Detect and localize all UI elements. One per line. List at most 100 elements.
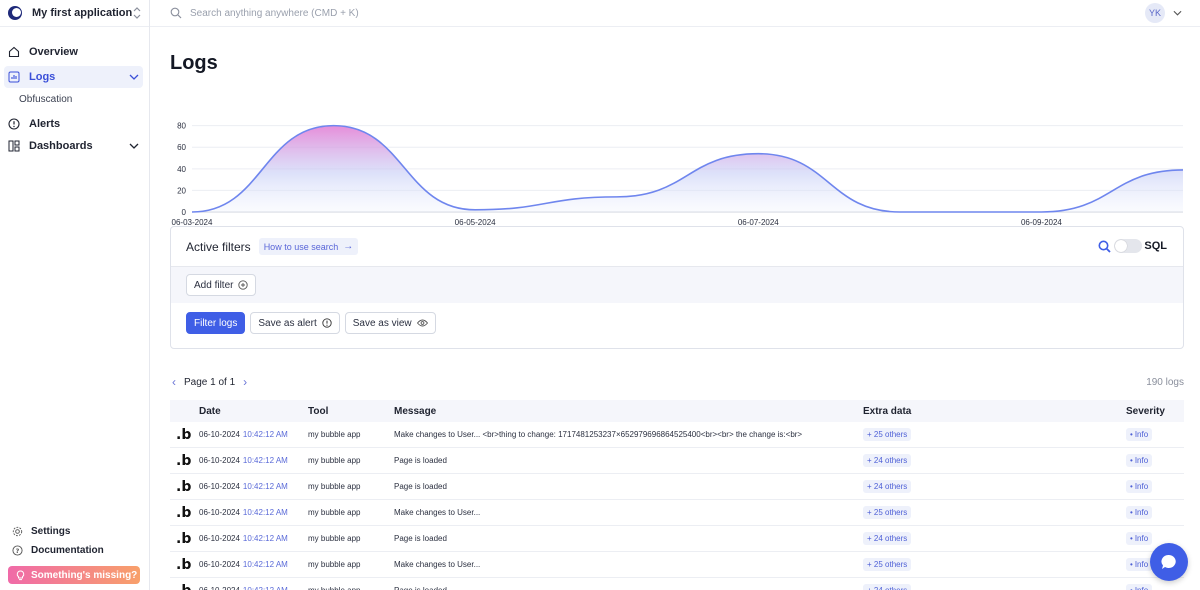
sql-label: SQL <box>1144 240 1167 252</box>
avatar: YK <box>1145 3 1165 23</box>
table-row[interactable]: .b 06-10-2024 10:42:12 AM my bubble app Make… <box>170 422 1184 448</box>
sidebar-nav: Overview Logs Obfuscation Alerts Dashboa… <box>0 27 149 157</box>
extra-data-badge[interactable]: + 25 others <box>863 558 912 571</box>
cell-extra-data: + 25 others <box>863 506 1126 519</box>
cell-message: Make changes to User... <box>394 560 481 569</box>
lightbulb-icon <box>16 569 25 581</box>
sidebar-item-obfuscation[interactable]: Obfuscation <box>0 88 149 110</box>
cell-extra-data: + 24 others <box>863 532 1126 545</box>
cell-message: Page is loaded <box>394 482 447 491</box>
extra-data-badge[interactable]: + 25 others <box>863 506 912 519</box>
filter-logs-button[interactable]: Filter logs <box>186 312 246 334</box>
cell-tool: my bubble app <box>308 430 361 439</box>
cell-date: 06-10-202410:42:12 AM <box>199 508 288 517</box>
settings-label: Settings <box>31 526 71 537</box>
filters-title: Active filters <box>186 239 251 254</box>
chevron-down-icon <box>1173 10 1182 16</box>
cell-tool: my bubble app <box>308 482 361 491</box>
cell-date: 06-10-202410:42:12 AM <box>199 560 288 569</box>
svg-text:?: ? <box>16 547 20 555</box>
app-switcher[interactable]: My first application <box>0 0 149 27</box>
cell-extra-data: + 24 others <box>863 584 1126 590</box>
table-row[interactable]: .b06-10-202410:42:12 AMmy bubble appPage… <box>170 448 1184 474</box>
sidebar-bottom: Settings ? Documentation Something's mis… <box>0 522 150 590</box>
y-tick-label: 40 <box>177 165 186 174</box>
table-row[interactable]: .b06-10-202410:42:12 AMmy bubble appPage… <box>170 526 1184 552</box>
table-row[interactable]: .b 06-10-2024 10:42:12 AM my bubble app Make… <box>170 552 1184 578</box>
settings-link[interactable]: Settings <box>0 522 150 541</box>
filters-header: Active filters How to use search → SQL <box>171 227 1183 267</box>
column-message[interactable]: Message <box>394 406 863 417</box>
save-as-view-button[interactable]: Save as view <box>344 312 436 334</box>
cell-severity: Info <box>1126 480 1184 493</box>
global-search-input[interactable] <box>190 7 590 19</box>
app-logo-icon <box>8 6 22 20</box>
bubble-logo-icon: .b <box>176 426 192 443</box>
extra-data-badge[interactable]: + 25 others <box>863 428 912 441</box>
arrow-right-icon: → <box>343 241 354 252</box>
column-date[interactable]: Date <box>199 406 308 417</box>
cell-severity: Info <box>1126 454 1184 467</box>
sql-toggle[interactable] <box>1114 239 1143 253</box>
filters-actions: Filter logs Save as alert Save as view <box>171 303 1183 334</box>
extra-data-badge[interactable]: + 24 others <box>863 480 912 493</box>
eye-icon <box>416 319 428 327</box>
plus-circle-icon <box>238 280 249 290</box>
previous-page-icon[interactable]: ‹ <box>172 375 176 389</box>
y-tick-label: 80 <box>177 122 186 131</box>
save-as-alert-button[interactable]: Save as alert <box>250 312 340 334</box>
cell-message: Page is loaded <box>394 586 863 590</box>
page-title: Logs <box>170 52 218 74</box>
pagination: ‹ Page 1 of 1 › <box>172 375 255 389</box>
cell-severity: Info <box>1126 506 1184 519</box>
bubble-logo-icon: .b <box>176 530 192 547</box>
severity-badge: Info <box>1126 454 1153 467</box>
table-row[interactable]: .b 06-10-2024 10:42:12 AM my bubble app Make… <box>170 500 1184 526</box>
cell-extra-data: + 25 others <box>863 428 1126 441</box>
table-row[interactable]: .b06-10-202410:42:12 AMmy bubble appPage… <box>170 474 1184 500</box>
main-content: Logs 80 60 40 20 0 06-03-2024 06-05-2024 06-07-… <box>150 28 1200 590</box>
column-tool[interactable]: Tool <box>308 406 394 417</box>
how-to-search-link[interactable]: How to use search → <box>258 238 359 255</box>
sidebar-item-logs[interactable]: Logs <box>4 66 143 88</box>
alert-icon <box>8 118 20 130</box>
chevron-down-icon <box>129 143 139 149</box>
cell-extra-data: + 24 others <box>863 480 1126 493</box>
extra-data-badge[interactable]: + 24 others <box>863 454 912 467</box>
bubble-logo-icon: .b <box>176 556 192 573</box>
severity-badge: Info <box>1126 428 1153 441</box>
y-tick-label: 20 <box>177 186 186 195</box>
help-icon: ? <box>12 545 24 556</box>
search-icon[interactable] <box>1098 240 1112 253</box>
next-page-icon[interactable]: › <box>243 375 247 389</box>
extra-data-badge[interactable]: + 24 others <box>863 584 912 590</box>
sidebar-item-overview[interactable]: Overview <box>4 41 143 63</box>
sidebar-item-alerts[interactable]: Alerts <box>4 113 143 135</box>
extra-data-badge[interactable]: + 24 others <box>863 532 912 545</box>
app-name: My first application <box>32 7 133 19</box>
how-to-search-label: How to use search <box>263 241 339 252</box>
column-extra-data[interactable]: Extra data <box>863 406 1126 417</box>
column-severity[interactable]: Severity <box>1126 406 1184 417</box>
documentation-link[interactable]: ? Documentation <box>0 541 150 560</box>
sidebar: My first application Overview Logs Obfus… <box>0 0 150 590</box>
dashboard-icon <box>8 140 20 152</box>
chat-support-button[interactable] <box>1150 543 1188 581</box>
cell-date: 06-10-202410:42:12 AM <box>199 586 308 590</box>
cell-tool: my bubble app <box>308 560 361 569</box>
home-icon <box>8 46 20 58</box>
documentation-label: Documentation <box>31 545 104 556</box>
table-header: Date Tool Message Extra data Severity <box>170 400 1184 422</box>
severity-badge: Info <box>1126 480 1153 493</box>
table-body: .b 06-10-2024 10:42:12 AM my bubble app Make… <box>170 422 1184 590</box>
sidebar-item-label: Alerts <box>29 118 61 130</box>
cell-message: Page is loaded <box>394 534 447 543</box>
add-filter-label: Add filter <box>194 279 234 291</box>
sidebar-item-dashboards[interactable]: Dashboards <box>4 135 143 157</box>
logs-table: Date Tool Message Extra data Severity .b… <box>170 400 1184 590</box>
sidebar-item-label: Overview <box>29 46 78 58</box>
something-missing-button[interactable]: Something's missing? <box>8 566 140 584</box>
add-filter-button[interactable]: Add filter <box>186 274 257 296</box>
table-row[interactable]: .b06-10-202410:42:12 AMmy bubble appPage… <box>170 578 1184 590</box>
user-menu[interactable]: YK <box>1145 3 1182 23</box>
